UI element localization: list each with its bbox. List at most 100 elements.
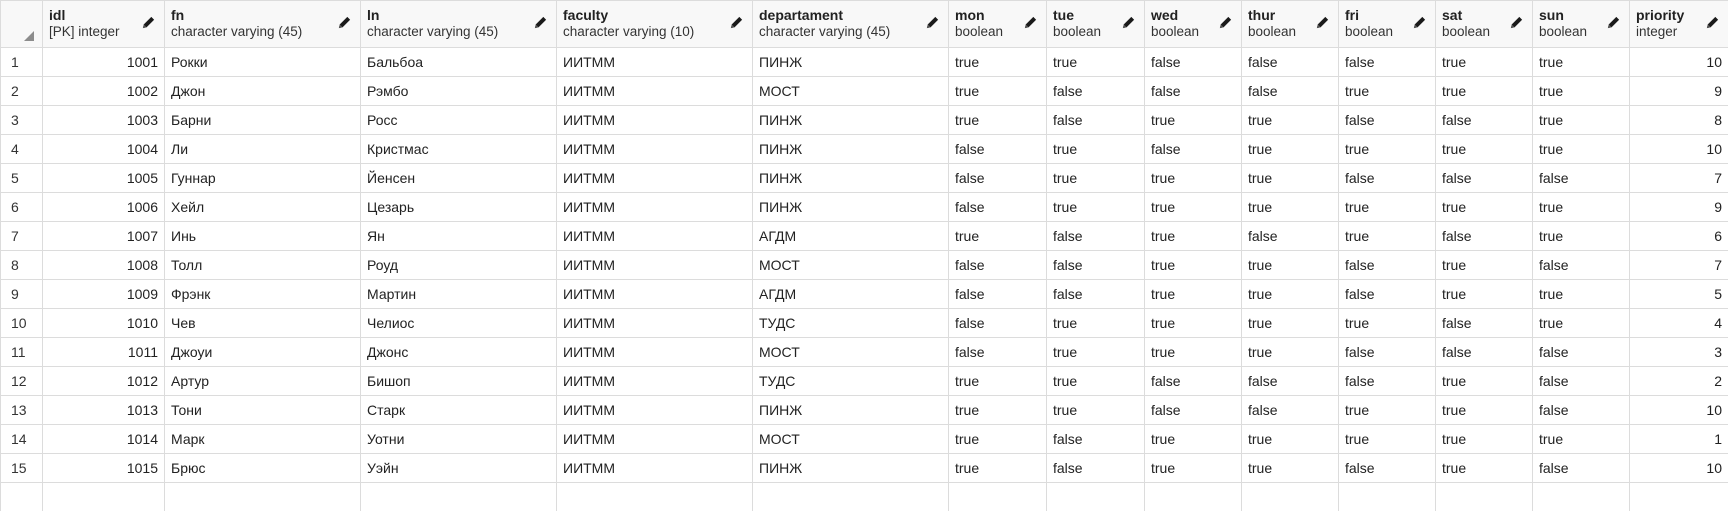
cell-tue[interactable]: false — [1047, 425, 1145, 454]
cell-mon[interactable]: false — [949, 251, 1047, 280]
cell-wed[interactable]: true — [1145, 454, 1242, 483]
cell-departament[interactable]: ПИНЖ — [753, 454, 949, 483]
cell-faculty[interactable]: ИИТММ — [557, 309, 753, 338]
cell-wed[interactable]: true — [1145, 425, 1242, 454]
cell-fri[interactable]: false — [1339, 251, 1436, 280]
cell-priority[interactable]: 3 — [1630, 338, 1728, 367]
cell-departament[interactable]: МОСТ — [753, 425, 949, 454]
edit-pencil-icon[interactable] — [533, 15, 548, 30]
cell-tue[interactable]: false — [1047, 222, 1145, 251]
row-number[interactable]: 6 — [1, 193, 43, 222]
cell-faculty[interactable]: ИИТММ — [557, 280, 753, 309]
cell-thur[interactable]: true — [1242, 454, 1339, 483]
cell-sat[interactable]: true — [1436, 396, 1533, 425]
edit-pencil-icon[interactable] — [925, 15, 940, 30]
cell-thur[interactable]: true — [1242, 251, 1339, 280]
table-row[interactable]: 141014МаркУотниИИТМММОСТtruefalsetruetru… — [1, 425, 1728, 454]
cell-faculty[interactable]: ИИТММ — [557, 164, 753, 193]
column-header-priority[interactable]: priorityinteger — [1630, 1, 1728, 48]
cell-tue[interactable]: true — [1047, 48, 1145, 77]
cell-faculty[interactable]: ИИТММ — [557, 106, 753, 135]
cell-priority[interactable]: 1 — [1630, 425, 1728, 454]
cell-mon[interactable]: true — [949, 425, 1047, 454]
cell-faculty[interactable]: ИИТММ — [557, 338, 753, 367]
cell-sun[interactable]: true — [1533, 222, 1630, 251]
cell-ln[interactable]: Уэйн — [361, 454, 557, 483]
cell-sat[interactable]: true — [1436, 193, 1533, 222]
cell-mon[interactable]: false — [949, 135, 1047, 164]
cell-thur[interactable]: true — [1242, 280, 1339, 309]
cell-tue[interactable]: false — [1047, 454, 1145, 483]
cell-fri[interactable]: true — [1339, 77, 1436, 106]
cell-priority[interactable]: 7 — [1630, 164, 1728, 193]
cell-fn[interactable]: Джон — [165, 77, 361, 106]
table-row[interactable]: 111011ДжоуиДжонсИИТМММОСТfalsetruetruetr… — [1, 338, 1728, 367]
cell-faculty[interactable]: ИИТММ — [557, 222, 753, 251]
cell-tue[interactable]: false — [1047, 77, 1145, 106]
cell-sat[interactable]: false — [1436, 106, 1533, 135]
table-row[interactable]: 71007ИньЯнИИТММАГДМtruefalsetruefalsetru… — [1, 222, 1728, 251]
column-header-wed[interactable]: wedboolean — [1145, 1, 1242, 48]
cell-idl[interactable]: 1014 — [43, 425, 165, 454]
cell-priority[interactable]: 9 — [1630, 77, 1728, 106]
cell-fn[interactable]: Чев — [165, 309, 361, 338]
cell-idl[interactable]: 1013 — [43, 396, 165, 425]
cell-idl[interactable]: 1006 — [43, 193, 165, 222]
cell-departament[interactable]: МОСТ — [753, 251, 949, 280]
cell-tue[interactable]: false — [1047, 251, 1145, 280]
cell-sat[interactable]: false — [1436, 309, 1533, 338]
edit-pencil-icon[interactable] — [1023, 15, 1038, 30]
empty-cell[interactable] — [43, 483, 165, 511]
cell-sat[interactable]: true — [1436, 48, 1533, 77]
row-number[interactable]: 1 — [1, 48, 43, 77]
cell-fri[interactable]: true — [1339, 193, 1436, 222]
cell-fri[interactable]: false — [1339, 106, 1436, 135]
cell-fn[interactable]: Артур — [165, 367, 361, 396]
cell-wed[interactable]: true — [1145, 222, 1242, 251]
cell-priority[interactable]: 5 — [1630, 280, 1728, 309]
cell-faculty[interactable]: ИИТММ — [557, 367, 753, 396]
cell-departament[interactable]: АГДМ — [753, 280, 949, 309]
cell-ln[interactable]: Бальбоа — [361, 48, 557, 77]
cell-tue[interactable]: false — [1047, 280, 1145, 309]
cell-sun[interactable]: false — [1533, 454, 1630, 483]
cell-mon[interactable]: true — [949, 77, 1047, 106]
cell-departament[interactable]: ПИНЖ — [753, 164, 949, 193]
table-row[interactable]: 81008ТоллРоудИИТМММОСТfalsefalsetruetrue… — [1, 251, 1728, 280]
cell-priority[interactable]: 7 — [1630, 251, 1728, 280]
cell-fn[interactable]: Барни — [165, 106, 361, 135]
cell-tue[interactable]: false — [1047, 106, 1145, 135]
cell-sat[interactable]: true — [1436, 454, 1533, 483]
empty-cell[interactable] — [1630, 483, 1728, 511]
cell-ln[interactable]: Уотни — [361, 425, 557, 454]
cell-departament[interactable]: ПИНЖ — [753, 48, 949, 77]
cell-ln[interactable]: Джонс — [361, 338, 557, 367]
cell-faculty[interactable]: ИИТММ — [557, 251, 753, 280]
edit-pencil-icon[interactable] — [1315, 15, 1330, 30]
cell-sun[interactable]: false — [1533, 396, 1630, 425]
cell-mon[interactable]: false — [949, 164, 1047, 193]
cell-sun[interactable]: true — [1533, 135, 1630, 164]
cell-faculty[interactable]: ИИТММ — [557, 396, 753, 425]
empty-new-row[interactable] — [1, 483, 1728, 511]
row-number[interactable]: 15 — [1, 454, 43, 483]
cell-faculty[interactable]: ИИТММ — [557, 425, 753, 454]
cell-mon[interactable]: true — [949, 222, 1047, 251]
cell-priority[interactable]: 10 — [1630, 48, 1728, 77]
cell-sun[interactable]: true — [1533, 280, 1630, 309]
cell-faculty[interactable]: ИИТММ — [557, 48, 753, 77]
select-all-triangle-icon[interactable] — [24, 31, 34, 41]
cell-thur[interactable]: false — [1242, 367, 1339, 396]
cell-fn[interactable]: Хейл — [165, 193, 361, 222]
table-row[interactable]: 41004ЛиКристмасИИТММПИНЖfalsetruefalsetr… — [1, 135, 1728, 164]
row-number[interactable]: 8 — [1, 251, 43, 280]
cell-departament[interactable]: ТУДС — [753, 367, 949, 396]
column-header-tue[interactable]: tueboolean — [1047, 1, 1145, 48]
cell-wed[interactable]: true — [1145, 280, 1242, 309]
cell-priority[interactable]: 10 — [1630, 396, 1728, 425]
cell-wed[interactable]: true — [1145, 251, 1242, 280]
empty-cell[interactable] — [165, 483, 361, 511]
cell-departament[interactable]: АГДМ — [753, 222, 949, 251]
empty-cell[interactable] — [949, 483, 1047, 511]
cell-mon[interactable]: true — [949, 396, 1047, 425]
